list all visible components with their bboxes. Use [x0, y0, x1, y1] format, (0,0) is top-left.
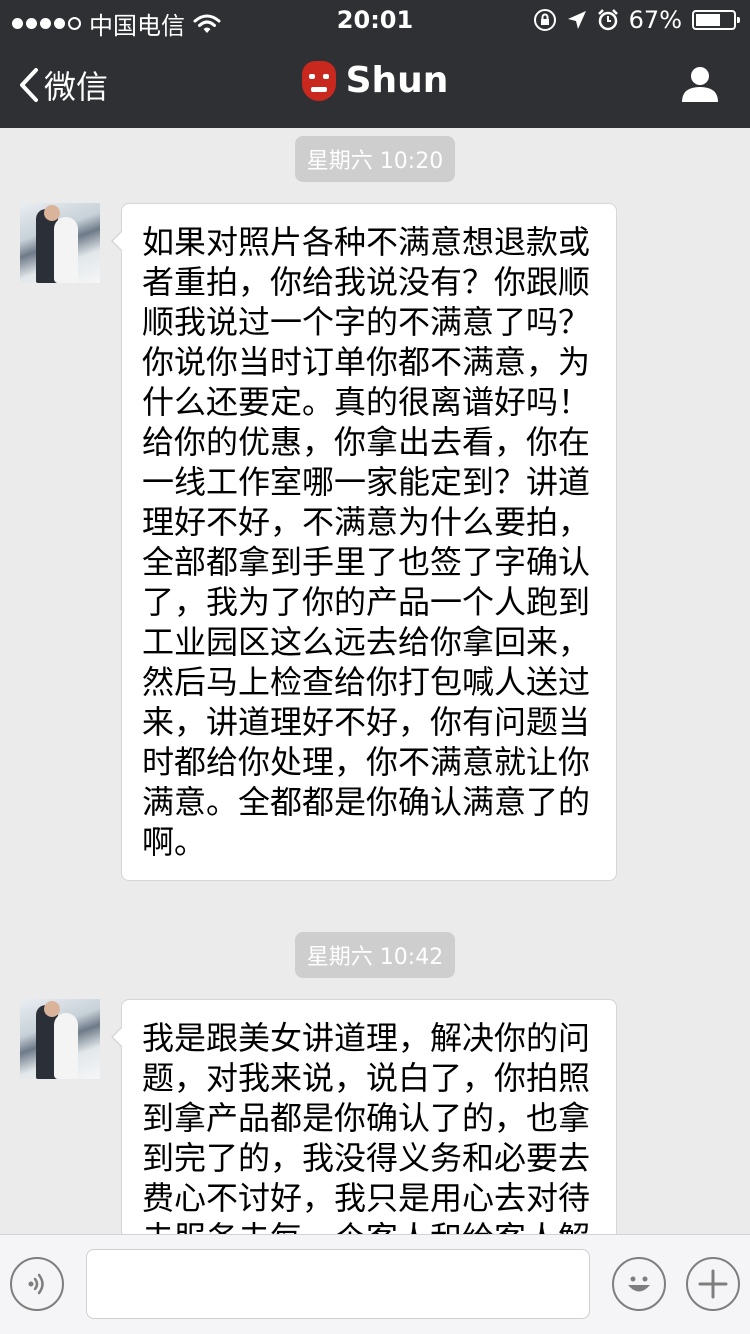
message-line: 工业园区这么远去给你拿回来， — [142, 623, 591, 661]
input-bar — [0, 1234, 750, 1334]
chat-area[interactable]: 星期六 10:20 如果对照片各种不满意想退款或 者重拍，你给我说没有？你跟顺 顺我… — [0, 128, 750, 1234]
message-line: 什么还要定。真的很离谱好吗！ — [142, 383, 591, 421]
chat-title: Shun — [0, 60, 750, 101]
mask-emoji-icon — [301, 60, 336, 101]
orientation-lock-icon — [533, 9, 556, 31]
message-input[interactable] — [86, 1249, 590, 1319]
voice-button[interactable] — [10, 1257, 64, 1311]
voice-icon — [28, 1273, 44, 1295]
battery-icon — [692, 10, 740, 30]
top-bar: 中国电信 20:01 67% 微信 Shun — [0, 0, 750, 128]
message-line: 时都给你处理，你不满意就让你 — [142, 743, 591, 781]
avatar[interactable] — [20, 203, 100, 283]
message-line: 如果对照片各种不满意想退款或 — [142, 223, 591, 261]
message-line: 了，我为了你的产品一个人跑到 — [142, 583, 591, 621]
location-icon — [567, 11, 586, 29]
message-line: 你说你当时订单你都不满意，为 — [142, 343, 591, 381]
message-line: 我是跟美女讲道理，解决你的问 — [142, 1019, 591, 1057]
message-line: 顺我说过一个字的不满意了吗？ — [142, 303, 591, 341]
message-line: 全部都拿到手里了也签了字确认 — [142, 543, 591, 581]
smiley-icon — [628, 1276, 650, 1292]
message-line: 一线工作室哪一家能定到？讲道 — [142, 463, 591, 501]
message-line: 费心不讨好，我只是用心去对待 — [142, 1179, 591, 1217]
message-bubble[interactable]: 如果对照片各种不满意想退款或 者重拍，你给我说没有？你跟顺 顺我说过一个字的不满意了… — [111, 203, 617, 881]
emoji-button[interactable] — [612, 1257, 666, 1311]
timestamp-label: 星期六 10:20 — [294, 136, 456, 182]
avatar[interactable] — [20, 999, 100, 1079]
message-line: 啊。 — [142, 823, 207, 861]
message-line: 满意。全都都是你确认满意了的 — [142, 783, 591, 821]
alarm-icon — [597, 9, 618, 31]
wechat-chat-screen: 中国电信 20:01 67% 微信 Shun 星期六 10:20 如果对照片各种… — [0, 0, 750, 1334]
battery-percent: 67% — [628, 6, 682, 34]
message-line: 来，讲道理好不好，你有问题当 — [142, 703, 591, 741]
timestamp: 星期六 10:20 — [0, 136, 750, 182]
more-button[interactable] — [686, 1257, 740, 1311]
timestamp-label: 星期六 10:42 — [294, 932, 456, 978]
message-line: 者重拍，你给我说没有？你跟顺 — [142, 263, 591, 301]
plus-icon — [698, 1269, 728, 1299]
message-line: 到完了的，我没得义务和必要去 — [142, 1139, 591, 1177]
chat-title-text: Shun — [345, 60, 449, 101]
message-line: 理好不好，不满意为什么要拍， — [142, 503, 591, 541]
message-line: 到拿产品都是你确认了的，也拿 — [142, 1099, 591, 1137]
nav-bar: 微信 Shun — [0, 40, 750, 128]
profile-button[interactable] — [680, 64, 720, 108]
battery-level — [696, 14, 720, 26]
message-line: 给你的优惠，你拿出去看，你在 — [142, 423, 591, 461]
person-icon — [682, 67, 718, 102]
status-right: 67% — [533, 6, 740, 34]
message-bubble[interactable]: 我是跟美女讲道理，解决你的问 题，对我来说，说白了，你拍照 到拿产品都是你确认了的，… — [111, 999, 617, 1234]
message-line: 然后马上检查给你打包喊人送过 — [142, 663, 591, 701]
timestamp: 星期六 10:42 — [0, 932, 750, 978]
message-line: 去服务去每一个客人和给客人解 — [142, 1218, 596, 1234]
message-line: 题，对我来说，说白了，你拍照 — [142, 1059, 591, 1097]
status-bar: 中国电信 20:01 67% — [0, 0, 750, 40]
